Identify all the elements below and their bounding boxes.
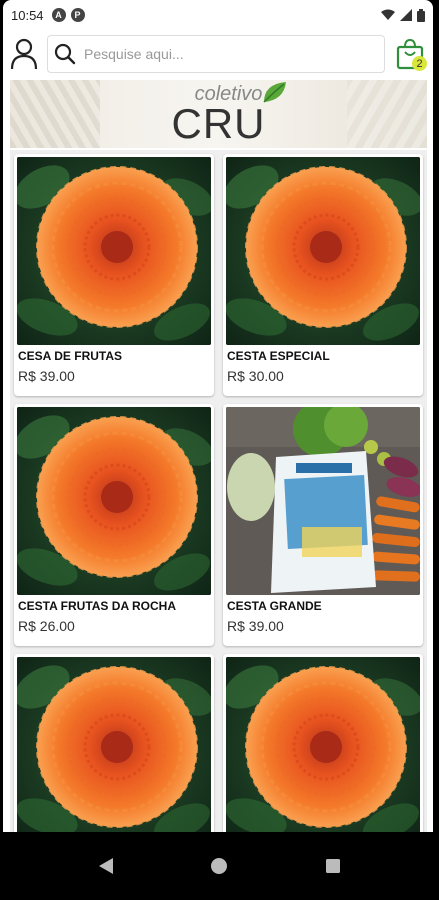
back-icon[interactable] [98, 857, 114, 875]
brand-logo-main: CRU [171, 100, 266, 147]
product-image [17, 157, 211, 345]
product-price: R$ 26.00 [18, 618, 75, 634]
product-name: CESTA ESPECIAL [227, 349, 330, 363]
product-name: CESA DE FRUTAS [18, 349, 123, 363]
product-image [226, 407, 420, 595]
status-bar: 10:54 A P [3, 0, 433, 30]
vegetable-basket-image [226, 407, 420, 595]
user-icon[interactable] [9, 38, 39, 70]
notification-app-icon-p: P [70, 8, 85, 22]
product-image [226, 657, 420, 832]
product-card[interactable] [223, 654, 423, 832]
app-screen: 10:54 A P Pesquise aqui... 2 coletivo CR… [3, 0, 433, 832]
product-image [226, 157, 420, 345]
orange-dahlia-image [17, 657, 211, 832]
knit-texture-left [10, 80, 100, 148]
orange-dahlia-image [17, 407, 211, 595]
product-grid: CESA DE FRUTAS R$ 39.00 CESTA ESPECIAL R… [10, 150, 427, 832]
wifi-icon [381, 9, 395, 20]
orange-dahlia-image [17, 157, 211, 345]
orange-dahlia-image [226, 657, 420, 832]
cart-button[interactable]: 2 [393, 35, 427, 73]
battery-icon [417, 8, 425, 22]
orange-dahlia-image [226, 157, 420, 345]
home-icon[interactable] [210, 857, 228, 875]
brand-banner: coletivo CRU [10, 80, 427, 148]
system-nav-bar [0, 832, 439, 900]
status-time: 10:54 [11, 7, 44, 23]
status-indicators [381, 8, 425, 22]
product-price: R$ 30.00 [227, 368, 284, 384]
search-placeholder: Pesquise aqui... [84, 46, 184, 62]
product-card[interactable] [14, 654, 214, 832]
cart-count-badge: 2 [412, 56, 427, 71]
recents-icon[interactable] [325, 858, 341, 874]
signal-icon [400, 9, 412, 21]
search-icon [54, 43, 76, 65]
product-card[interactable]: CESA DE FRUTAS R$ 39.00 [14, 154, 214, 396]
product-price: R$ 39.00 [227, 618, 284, 634]
header: Pesquise aqui... 2 [3, 30, 433, 78]
search-input[interactable]: Pesquise aqui... [47, 35, 385, 73]
product-card[interactable]: CESTA GRANDE R$ 39.00 [223, 404, 423, 646]
product-name: CESTA GRANDE [227, 599, 322, 613]
leaf-icon [263, 82, 287, 103]
notification-app-icon-a: A [51, 8, 66, 22]
product-card[interactable]: CESTA FRUTAS DA ROCHA R$ 26.00 [14, 404, 214, 646]
product-card[interactable]: CESTA ESPECIAL R$ 30.00 [223, 154, 423, 396]
product-image [17, 407, 211, 595]
product-price: R$ 39.00 [18, 368, 75, 384]
product-name: CESTA FRUTAS DA ROCHA [18, 599, 176, 613]
product-image [17, 657, 211, 832]
knit-texture-right [347, 80, 427, 148]
